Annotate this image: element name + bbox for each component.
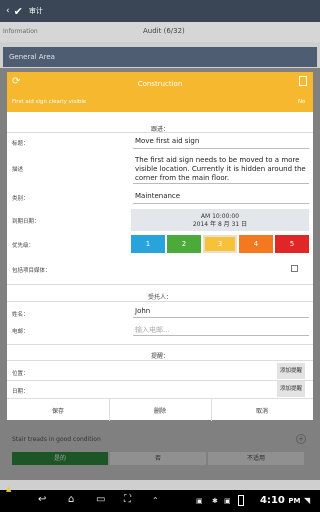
bug-icon: ✱ [212,497,218,505]
screenshot-icon[interactable]: ⛶ [124,494,131,505]
name-field[interactable]: John [135,307,150,315]
back-nav-icon[interactable]: ↩ [38,494,46,505]
name-underline [133,317,309,318]
answer-status: No [298,99,306,105]
title-label: 标题： [12,141,29,147]
priority-4-button[interactable]: 4 [239,235,273,253]
document-icon[interactable] [299,76,307,86]
dialog-footer: 保存 删除 取消 [7,398,313,421]
location-label: 位置： [12,371,29,377]
app-bar: ‹ ✔ 审计 [0,0,320,22]
add-date-reminder-button[interactable]: 添加提醒 [277,381,305,397]
priority-5-button[interactable]: 5 [275,235,309,253]
home-icon[interactable]: ⌂ [68,494,74,505]
due-date-label: 到期日期： [12,219,40,225]
dialog-title: Construction [137,80,183,88]
include-media-label: 包括项目媒体： [12,268,51,274]
save-button[interactable]: 保存 [7,406,109,415]
include-media-checkbox[interactable] [291,265,298,272]
delete-button[interactable]: 删除 [109,406,211,415]
app-title: 审计 [28,7,43,15]
back-icon[interactable]: ‹ [6,6,10,16]
system-nav-bar: ▲ ↩ ⌂ ▭ ⛶ ⌃ ▣ ✱ ▣ 4:10 PM ◥ [0,485,320,512]
priority-2-button[interactable]: 2 [167,235,201,253]
description-label: 描述 [12,167,24,173]
chevron-up-icon[interactable]: ⌃ [152,496,159,505]
reminder-header: 提醒： [150,353,169,360]
assignee-header: 受托人： [147,294,172,301]
image-notification-icon: ▣ [196,497,203,505]
divider [7,284,313,285]
warning-icon: ▲ [6,485,12,493]
priority-3-button[interactable]: 3 [203,235,237,253]
cancel-button[interactable]: 取消 [211,406,313,415]
check-logo-icon: ✔ [13,4,23,18]
category-label: 类别： [12,196,29,202]
battery-icon [238,495,244,506]
audit-progress: Audit (6/32) [143,27,185,35]
priority-1-button[interactable]: 1 [131,235,165,253]
clock: 4:10 PM [260,495,301,506]
divider [7,132,313,133]
description-field[interactable]: The first aid sign needs to be moved to … [135,156,307,183]
due-time: AM 10:00:00 [200,213,240,220]
category-field[interactable]: Maintenance [135,192,180,200]
divider [7,344,313,345]
due-date-picker[interactable]: AM 10:00:00 2014 年 8 月 31 日 [131,209,309,231]
priority-label: 优先级： [12,243,35,249]
divider [7,360,313,361]
title-field[interactable]: Move first aid sign [135,137,199,145]
category-underline [133,203,309,204]
dialog-subtitle: First aid sign clearly visible [12,99,87,105]
image-notification-icon: ▣ [224,497,231,505]
title-underline [133,148,309,149]
divider [7,380,313,381]
reminder-date-label: 日期： [12,389,29,395]
email-underline [133,335,309,336]
name-label: 姓名： [12,312,29,318]
general-area-header[interactable]: General Area [3,47,317,67]
dialog-header: ⟳ Construction First aid sign clearly vi… [7,72,313,112]
info-label: Information [3,28,38,35]
email-label: 电邮： [12,329,29,335]
divider [7,301,313,302]
due-date: 2014 年 8 月 31 日 [192,221,248,228]
recent-apps-icon[interactable]: ▭ [96,494,105,505]
description-underline [133,183,309,184]
email-field[interactable]: 输入电邮... [135,325,170,335]
action-dialog: ⟳ Construction First aid sign clearly vi… [7,72,313,421]
sub-bar: Information Audit (6/32) [0,22,320,42]
add-location-reminder-button[interactable]: 添加提醒 [277,363,305,379]
wifi-icon: ◥ [304,496,311,505]
